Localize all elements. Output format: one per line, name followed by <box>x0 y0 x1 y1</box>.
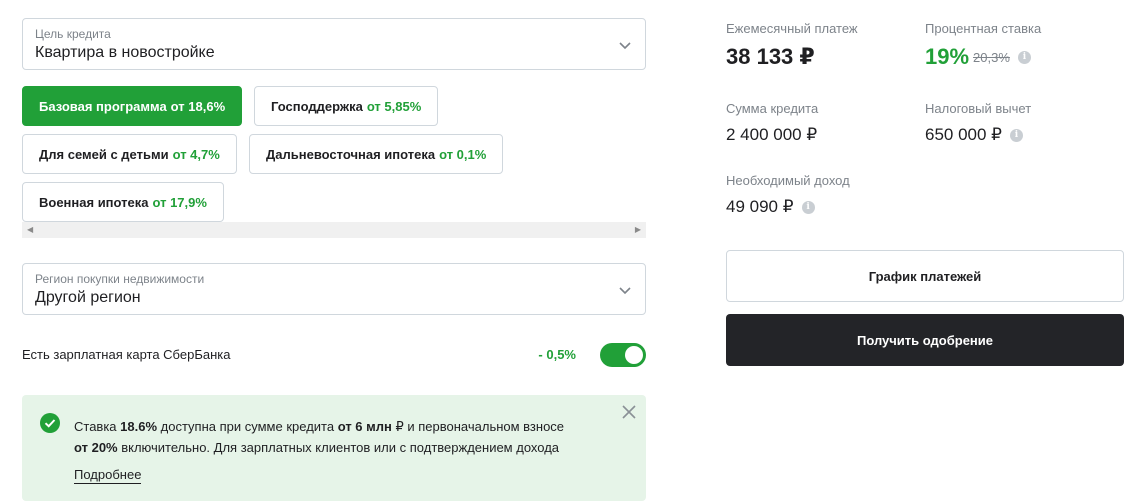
tax-deduction-value: 650 000 ₽ <box>925 125 1002 144</box>
monthly-payment: Ежемесячный платеж 38 133 ₽ <box>726 21 858 70</box>
programs-scrollbar[interactable]: ◀ ▶ <box>22 222 646 238</box>
interest-rate-value-row: 19% 20,3% i <box>925 44 1041 70</box>
loan-purpose-value: Квартира в новостройке <box>35 44 215 61</box>
salary-card-discount: - 0,5% <box>538 347 576 362</box>
interest-rate-title: Процентная ставка <box>925 21 1042 36</box>
loan-amount-title: Сумма кредита <box>726 101 819 116</box>
program-chip-name: Для семей с детьми <box>39 146 169 162</box>
interest-rate-value: 19% <box>925 44 970 69</box>
program-chip-name: Военная ипотека <box>39 194 149 210</box>
loan-amount-value: 2 400 000 ₽ <box>726 125 818 144</box>
region-value: Другой регион <box>35 289 141 306</box>
notice-more-link[interactable]: Подробнее <box>74 467 142 484</box>
tax-deduction-title: Налоговый вычет <box>925 101 1032 116</box>
required-income-value: 49 090 ₽ <box>726 197 794 216</box>
interest-rate-old-value: 20,3% <box>973 49 1010 65</box>
info-icon[interactable]: i <box>801 200 815 214</box>
monthly-payment-value: 38 133 ₽ <box>726 44 815 69</box>
required-income: Необходимый доход 49 090 ₽ i <box>726 173 850 217</box>
region-select[interactable]: Регион покупки недвижимости Другой регио… <box>22 263 646 315</box>
tax-deduction-value-row: 650 000 ₽ i <box>925 125 1031 145</box>
toggle-knob <box>625 346 643 364</box>
loan-purpose-label: Цель кредита <box>35 27 111 41</box>
program-chip-rate: от 4,7% <box>172 146 220 162</box>
program-chip-families[interactable]: Для семей с детьми от 4,7% <box>22 134 237 174</box>
program-chip-far-east[interactable]: Дальневосточная ипотека от 0,1% <box>249 134 504 174</box>
program-chip-rate: от 5,85% <box>366 98 422 114</box>
region-label: Регион покупки недвижимости <box>35 272 205 286</box>
program-chip-rate: от 0,1% <box>439 146 487 162</box>
chevron-down-icon[interactable] <box>619 39 631 51</box>
loan-purpose-select[interactable]: Цель кредита Квартира в новостройке <box>22 18 646 70</box>
monthly-payment-title: Ежемесячный платеж <box>726 21 858 36</box>
program-chip-name: Базовая программа <box>39 98 167 114</box>
program-chip-name: Дальневосточная ипотека <box>266 146 436 162</box>
program-chip-gov-support[interactable]: Господдержка от 5,85% <box>254 86 439 126</box>
close-icon[interactable] <box>622 405 636 419</box>
interest-rate: Процентная ставка 19% 20,3% i <box>925 21 1041 70</box>
scroll-right-arrow-icon[interactable]: ▶ <box>635 226 641 234</box>
program-chip-name: Господдержка <box>271 98 363 114</box>
program-chip-base[interactable]: Базовая программа от 18,6% <box>22 86 243 126</box>
required-income-title: Необходимый доход <box>726 173 850 188</box>
salary-card-row: Есть зарплатная карта СберБанка - 0,5% <box>22 340 646 368</box>
loan-amount: Сумма кредита 2 400 000 ₽ <box>726 101 818 145</box>
chevron-down-icon[interactable] <box>619 284 631 296</box>
salary-card-label: Есть зарплатная карта СберБанка <box>22 347 231 362</box>
program-chip-military[interactable]: Военная ипотека от 17,9% <box>22 182 224 222</box>
program-chip-rate: от 18,6% <box>170 98 226 114</box>
salary-card-toggle[interactable] <box>600 343 646 367</box>
payment-schedule-button[interactable]: График платежей <box>726 250 1124 302</box>
scroll-left-arrow-icon[interactable]: ◀ <box>27 226 33 234</box>
notice-text: Ставка 18.6% доступна при сумме кредита … <box>74 419 565 455</box>
info-icon[interactable]: i <box>1017 50 1031 64</box>
required-income-value-row: 49 090 ₽ i <box>726 197 850 217</box>
tax-deduction: Налоговый вычет 650 000 ₽ i <box>925 101 1031 145</box>
rate-notice: Ставка 18.6% доступна при сумме кредита … <box>22 395 646 501</box>
check-circle-icon <box>40 413 60 433</box>
info-icon[interactable]: i <box>1010 128 1023 142</box>
program-chip-rate: от 17,9% <box>152 194 207 210</box>
get-approval-button[interactable]: Получить одобрение <box>726 314 1124 366</box>
